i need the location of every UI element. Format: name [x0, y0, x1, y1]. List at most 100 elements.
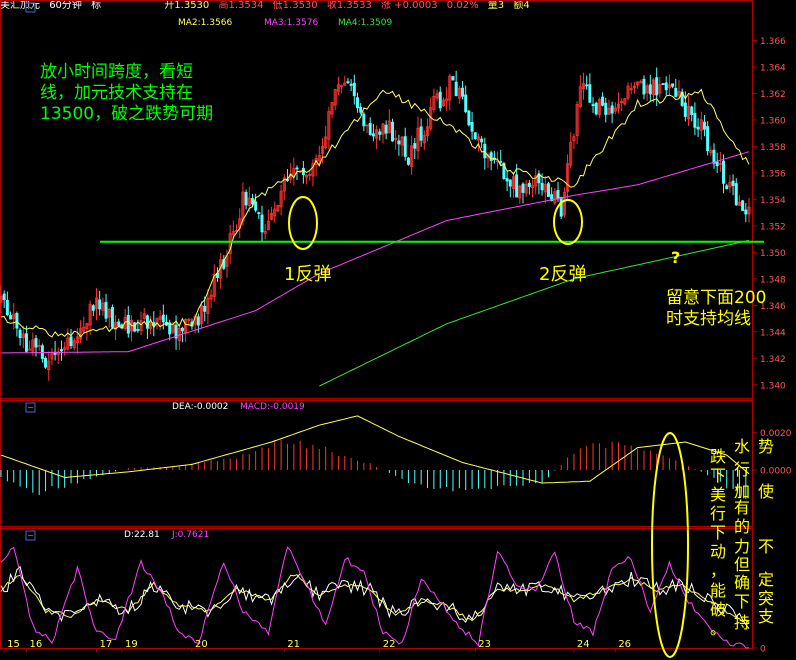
candle-body — [467, 110, 471, 126]
price-tick-label: 1.350 — [760, 249, 786, 259]
candle-body — [406, 157, 410, 165]
candle-body — [257, 212, 261, 214]
candle-body — [91, 305, 95, 311]
annotation-top-note: 放小时间跨度，看短 线，加元技术支持在 13500，破之跌势可期 — [40, 62, 213, 125]
ma-short — [0, 88, 750, 338]
candle-body — [546, 183, 550, 197]
vertical-note-char: 美 — [710, 485, 726, 504]
dea-line — [0, 415, 750, 484]
annotation-rebound-1: 1反弹 — [284, 264, 332, 285]
price-legend-ma3: MA3:1.3576 — [264, 18, 318, 28]
candle-body — [521, 183, 525, 193]
vertical-note-char: 的 — [734, 517, 750, 536]
candle-body — [744, 209, 748, 215]
candle-body — [661, 83, 665, 85]
candle-body — [28, 348, 32, 351]
vertical-note-char: 水 — [734, 437, 750, 456]
price-tick-label: 1.340 — [760, 381, 786, 391]
candle-body — [655, 77, 659, 96]
candle-body — [585, 84, 589, 87]
candle-body — [674, 87, 678, 97]
candle-body — [527, 182, 531, 187]
candle-body — [464, 94, 468, 113]
candle-body — [515, 174, 519, 198]
x-tick-label: 24 — [577, 639, 590, 650]
rebound-2-circle — [553, 199, 583, 245]
vertical-note-char: 确 — [734, 573, 750, 592]
candle-body — [59, 349, 63, 352]
candle-body — [352, 82, 356, 97]
candle-body — [203, 305, 207, 312]
candle-body — [604, 102, 608, 115]
candle-body — [725, 185, 729, 190]
candle-body — [588, 84, 592, 103]
annotation-ma200-line1: 留意下面200 — [666, 288, 767, 308]
vertical-note-char: 突 — [758, 589, 774, 608]
price-tick-label: 1.364 — [760, 63, 786, 73]
candle-body — [690, 106, 694, 116]
candle-body — [378, 131, 382, 135]
candle-body — [5, 300, 9, 316]
candle-body — [391, 121, 395, 142]
vertical-note-char: 下 — [734, 592, 750, 611]
candle-body — [505, 178, 509, 182]
candle-body — [196, 316, 200, 326]
candle-body — [359, 106, 363, 113]
candle-body — [702, 121, 706, 130]
candle-body — [683, 102, 687, 117]
candle-body — [110, 307, 114, 328]
annotation-rebound-2: 2反弹 — [539, 264, 587, 285]
candle-body — [180, 327, 184, 332]
vertical-note-char: 下 — [710, 523, 726, 542]
annotation-top-line3: 13500，破之跌势可期 — [40, 104, 214, 124]
candle-body — [734, 183, 738, 206]
candle-body — [731, 180, 735, 186]
price-tick-label: 1.362 — [760, 90, 786, 100]
candle-body — [706, 126, 710, 152]
candle-body — [473, 132, 477, 139]
x-tick-label: 21 — [287, 639, 300, 650]
candle-body — [349, 83, 353, 86]
price-tick-label: 1.342 — [760, 355, 786, 365]
price-legend-ma2: MA2:1.3566 — [178, 18, 232, 28]
candle-body — [285, 179, 289, 181]
candle-body — [712, 149, 716, 164]
price-tick-label: 1.352 — [760, 222, 786, 232]
vertical-note-char: 使 — [758, 482, 774, 501]
candle-body — [591, 104, 595, 107]
macd-legend-macd: MACD:-0.0019 — [240, 402, 305, 412]
candle-body — [104, 301, 108, 319]
candle-body — [34, 338, 38, 348]
candle-body — [2, 293, 6, 300]
candle-body — [419, 126, 423, 141]
candle-body — [715, 161, 719, 167]
candle-body — [355, 97, 359, 109]
candle-body — [601, 96, 605, 106]
kdj-legend-j: J:0.7621 — [171, 530, 209, 540]
x-tick-label: 20 — [195, 639, 208, 650]
vertical-note-char: 支 — [758, 607, 774, 626]
annotation-ma200: 留意下面200 时支持均线 — [666, 288, 766, 330]
candle-body — [594, 102, 598, 115]
price-tick-label: 1.366 — [760, 37, 786, 47]
candle-body — [244, 191, 248, 206]
candle-body — [15, 312, 19, 329]
candle-body — [559, 197, 563, 217]
vertical-note-char: 持 — [734, 613, 750, 632]
vertical-note-char: 定 — [758, 570, 774, 589]
candle-body — [489, 152, 493, 161]
candle-body — [136, 329, 140, 331]
vertical-note-char: 但 — [734, 555, 750, 574]
vertical-note-char: 能 — [710, 581, 726, 600]
candle-body — [362, 113, 366, 127]
candle-body — [368, 123, 372, 135]
vertical-note-char: ， — [710, 561, 726, 580]
vertical-note-char: 。 — [710, 619, 726, 638]
kdj-tick-label: 0 — [760, 645, 766, 655]
candle-body — [301, 168, 305, 175]
candle-body — [18, 329, 22, 339]
x-tick-label: 22 — [383, 639, 396, 650]
vertical-note-char: 势 — [758, 437, 774, 456]
candle-body — [9, 315, 13, 320]
candle-body — [346, 81, 350, 84]
